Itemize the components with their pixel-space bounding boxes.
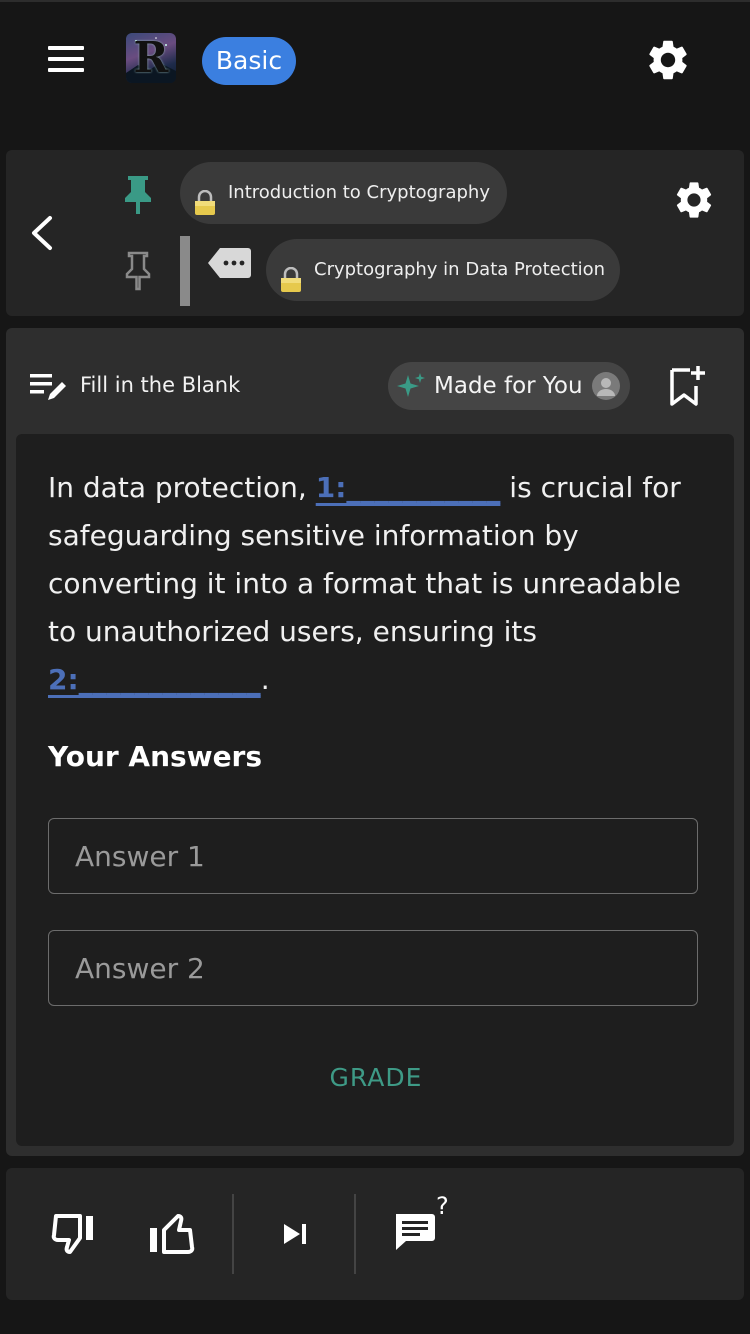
avatar-icon bbox=[592, 372, 620, 400]
question-type-label: Fill in the Blank bbox=[80, 373, 241, 397]
answer-2-input[interactable] bbox=[48, 930, 698, 1006]
pin-outline-icon[interactable] bbox=[118, 248, 158, 292]
thumb-down-icon[interactable] bbox=[48, 1208, 100, 1260]
thumb-up-icon[interactable] bbox=[146, 1208, 198, 1260]
app-logo: R bbox=[126, 33, 176, 83]
hierarchy-bar bbox=[180, 236, 190, 306]
bottom-action-bar: ? bbox=[6, 1168, 744, 1300]
chat-question-icon[interactable]: ? bbox=[390, 1192, 458, 1260]
skip-next-icon[interactable] bbox=[270, 1208, 322, 1260]
blank-1[interactable]: 1:___________ bbox=[316, 471, 501, 504]
topic-chip-label: Introduction to Cryptography bbox=[228, 182, 490, 203]
question-card: Fill in the Blank Made for You In data p… bbox=[6, 328, 744, 1156]
divider bbox=[232, 1194, 234, 1274]
topic-chip-current[interactable]: Cryptography in Data Protection bbox=[266, 239, 620, 301]
bookmark-add-icon[interactable] bbox=[666, 364, 706, 408]
topic-breadcrumb-card: Introduction to Cryptography Cryptograph… bbox=[6, 150, 744, 316]
grade-button[interactable]: GRADE bbox=[276, 1054, 476, 1102]
made-for-you-chip[interactable]: Made for You bbox=[388, 362, 630, 410]
question-text-part: In data protection, bbox=[48, 471, 316, 504]
edit-list-icon bbox=[28, 370, 68, 404]
answer-1-input[interactable] bbox=[48, 818, 698, 894]
sparkle-icon bbox=[396, 371, 426, 401]
gear-icon[interactable] bbox=[672, 178, 716, 222]
lock-icon bbox=[280, 257, 302, 292]
app-bar: R Basic bbox=[0, 2, 750, 120]
menu-icon[interactable] bbox=[40, 36, 92, 82]
question-text: In data protection, 1:___________ is cru… bbox=[48, 464, 710, 704]
plan-badge[interactable]: Basic bbox=[202, 37, 296, 85]
chevron-left-icon[interactable] bbox=[22, 210, 66, 256]
question-body: In data protection, 1:___________ is cru… bbox=[16, 434, 734, 1146]
pin-icon[interactable] bbox=[118, 172, 158, 216]
divider bbox=[354, 1194, 356, 1274]
logo-letter: R bbox=[133, 33, 169, 82]
gear-icon[interactable] bbox=[644, 36, 692, 84]
blank-2[interactable]: 2:_____________ bbox=[48, 663, 261, 696]
svg-text:?: ? bbox=[436, 1192, 449, 1220]
lock-icon bbox=[194, 180, 216, 215]
tag-icon bbox=[206, 246, 252, 280]
topic-chip-label: Cryptography in Data Protection bbox=[314, 259, 606, 280]
answers-title: Your Answers bbox=[48, 740, 263, 773]
topic-chip-pinned[interactable]: Introduction to Cryptography bbox=[180, 162, 507, 224]
question-text-part: . bbox=[260, 663, 270, 696]
made-for-you-label: Made for You bbox=[434, 373, 583, 399]
